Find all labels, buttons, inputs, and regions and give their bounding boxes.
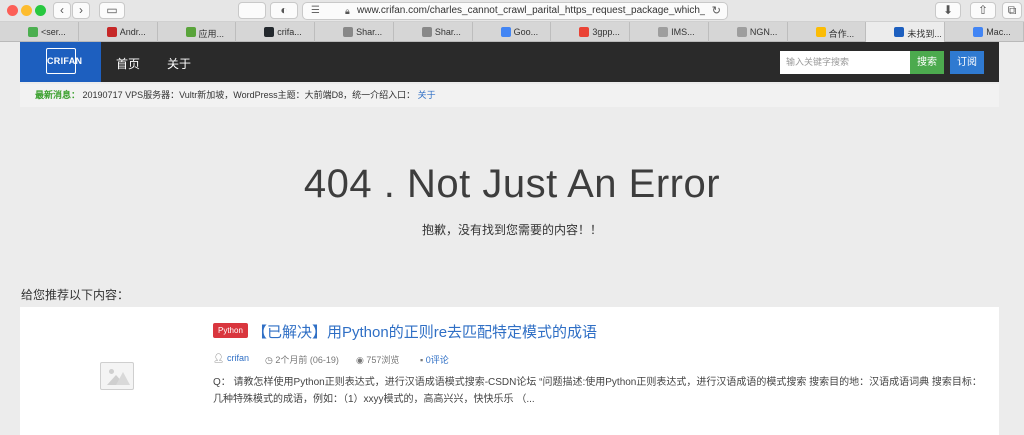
zoom-window-button[interactable] bbox=[35, 5, 46, 16]
favicon-icon bbox=[421, 27, 432, 37]
post-author: 👤︎ crifan bbox=[213, 353, 249, 364]
reload-icon[interactable]: ↻ bbox=[712, 4, 721, 17]
favicon-icon bbox=[500, 27, 511, 37]
tab-label: 应用... bbox=[198, 29, 225, 39]
comments-link[interactable]: 0评论 bbox=[426, 355, 449, 365]
browser-toolbar: ‹ › ▭ ◐ ☰ 🔒︎ www.crifan.com/charles_cann… bbox=[0, 0, 1024, 22]
favicon-icon bbox=[815, 27, 826, 37]
comment-icon: ▪ bbox=[420, 355, 424, 365]
nav-about[interactable]: 关于 bbox=[167, 55, 191, 72]
tab-label: 合作... bbox=[828, 29, 855, 39]
favicon-icon bbox=[973, 27, 984, 37]
browser-tab[interactable]: Shar... bbox=[315, 22, 394, 42]
favicon-icon bbox=[736, 27, 747, 37]
lock-icon: 🔒︎ bbox=[345, 6, 350, 16]
error-title: 404 . Not Just An Error bbox=[303, 162, 721, 206]
browser-tab[interactable]: 3gpp... bbox=[551, 22, 631, 42]
minimize-window-button[interactable] bbox=[21, 5, 32, 16]
nav-home[interactable]: 首页 bbox=[116, 55, 140, 72]
favicon-icon bbox=[106, 27, 117, 37]
favicon-icon bbox=[658, 27, 669, 37]
error-subtitle: 抱歉，没有找到您需要的内容！！ bbox=[421, 223, 602, 237]
tab-label: IMS... bbox=[671, 27, 695, 37]
browser-tab[interactable]: Mac... bbox=[945, 22, 1024, 42]
subscribe-button[interactable]: 订阅 bbox=[950, 51, 984, 74]
tab-label: <ser... bbox=[41, 27, 66, 37]
browser-tab[interactable]: 合作... bbox=[788, 22, 867, 42]
favicon-icon bbox=[264, 27, 275, 37]
forward-button[interactable]: › bbox=[72, 2, 90, 19]
browser-tab[interactable]: crifa... bbox=[236, 22, 316, 42]
browser-tab[interactable]: 应用... bbox=[158, 22, 237, 42]
post-title-link[interactable]: 【已解决】用Python的正则re去匹配特定模式的成语 bbox=[252, 321, 597, 342]
author-link[interactable]: crifan bbox=[227, 353, 249, 363]
search-input[interactable]: 输入关键字搜索 bbox=[780, 51, 910, 74]
favicon-icon bbox=[894, 27, 905, 37]
browser-tab[interactable]: NGN... bbox=[709, 22, 788, 42]
favicon-icon bbox=[185, 27, 196, 37]
privacy-shield-icon[interactable]: ◐ bbox=[270, 2, 298, 19]
favicon-icon bbox=[579, 27, 590, 37]
download-icon[interactable]: ⬇ bbox=[935, 2, 961, 19]
post-time-text: 2个月前 (06-19) bbox=[275, 355, 339, 365]
post-time: ◷ 2个月前 (06-19) bbox=[265, 353, 339, 366]
browser-tab[interactable]: <ser... bbox=[0, 22, 79, 42]
news-label: 最新消息： bbox=[35, 90, 81, 100]
post-views-text: 757浏览 bbox=[366, 355, 400, 365]
tab-label: Shar... bbox=[434, 27, 461, 37]
favicon-icon bbox=[28, 27, 38, 37]
tab-label: Mac... bbox=[986, 27, 1011, 37]
close-window-button[interactable] bbox=[7, 5, 18, 16]
blank-toolbar-button[interactable] bbox=[238, 2, 266, 19]
address-bar[interactable]: ☰ 🔒︎ www.crifan.com/charles_cannot_crawl… bbox=[302, 2, 728, 20]
search-button[interactable]: 搜索 bbox=[910, 51, 944, 74]
post-comments: ▪ 0评论 bbox=[420, 353, 449, 366]
news-about-link[interactable]: 关于 bbox=[418, 90, 436, 100]
tab-strip: <ser... Andr... 应用... crifa... Shar... Shar..… bbox=[0, 22, 1024, 42]
news-bar: 最新消息： 20190717 VPS服务器：Vultr新加坡，WordPress… bbox=[20, 84, 999, 107]
tab-label: crifa... bbox=[277, 27, 302, 37]
favicon-icon bbox=[343, 27, 354, 37]
tab-label: Andr... bbox=[119, 27, 146, 37]
tabs-overview-icon[interactable]: ⧉ bbox=[1002, 2, 1022, 19]
back-button[interactable]: ‹ bbox=[53, 2, 71, 19]
share-icon[interactable]: ⇧ bbox=[970, 2, 996, 19]
browser-tab[interactable]: Shar... bbox=[394, 22, 473, 42]
browser-tab[interactable]: Goo... bbox=[473, 22, 552, 42]
reader-mode-icon[interactable]: ☰ bbox=[311, 5, 320, 16]
browser-tab[interactable]: 未找到... bbox=[866, 22, 946, 42]
post-excerpt: Q： 请教怎样使用Python正则表达式，进行汉语成语模式搜索-CSDN论坛 “… bbox=[213, 377, 982, 405]
category-tag[interactable]: Python bbox=[213, 323, 248, 338]
user-icon: 👤︎ bbox=[213, 353, 225, 363]
site-header: CRIFAN 首页 关于 输入关键字搜索 搜索 订阅 bbox=[20, 42, 999, 82]
post-views: ◉ 757浏览 bbox=[356, 353, 399, 366]
image-placeholder-icon[interactable] bbox=[100, 362, 134, 390]
sidebar-toggle-icon[interactable]: ▭ bbox=[99, 2, 125, 19]
browser-tab[interactable]: IMS... bbox=[630, 22, 709, 42]
tab-label: 未找到... bbox=[907, 29, 942, 39]
post-card: Python 【已解决】用Python的正则re去匹配特定模式的成语 👤︎ cr… bbox=[20, 307, 999, 435]
site-logo[interactable]: CRIFAN bbox=[20, 42, 101, 82]
tab-label: Shar... bbox=[356, 27, 383, 37]
recommend-heading: 给您推荐以下内容： bbox=[21, 288, 130, 302]
clock-icon: ◷ bbox=[265, 355, 273, 365]
tab-label: NGN... bbox=[749, 27, 778, 37]
url-text[interactable]: www.crifan.com/charles_cannot_crawl_pari… bbox=[357, 5, 705, 16]
news-text: 20190717 VPS服务器：Vultr新加坡，WordPress主题：大前端… bbox=[82, 90, 416, 100]
tab-label: Goo... bbox=[513, 27, 539, 37]
tab-label: 3gpp... bbox=[592, 27, 620, 37]
eye-icon: ◉ bbox=[356, 355, 364, 365]
logo-text: CRIFAN bbox=[46, 48, 82, 74]
browser-tab[interactable]: Andr... bbox=[79, 22, 158, 42]
